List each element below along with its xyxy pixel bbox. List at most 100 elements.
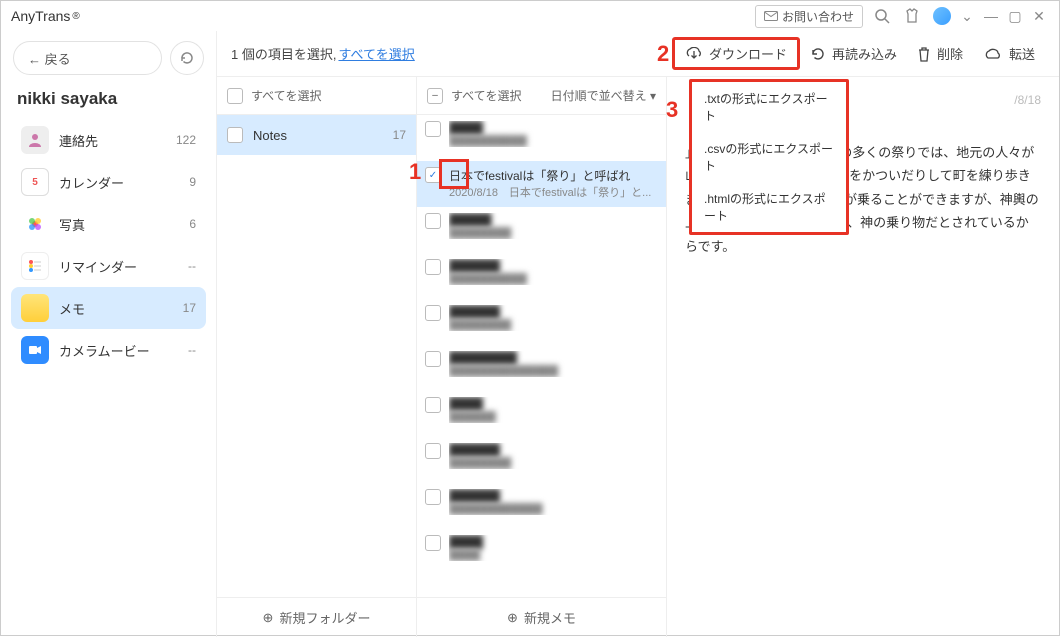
note-subtitle: 2020/8/18 日本でfestivalは「祭り」と...	[449, 184, 658, 200]
select-all-notes-checkbox[interactable]	[427, 88, 443, 104]
delete-label: 削除	[937, 44, 963, 63]
contacts-icon	[21, 126, 49, 154]
export-dropdown: .txtの形式にエクスポート .csvの形式にエクスポート .htmlの形式にエ…	[689, 79, 849, 235]
export-csv[interactable]: .csvの形式にエクスポート	[692, 132, 846, 182]
export-txt[interactable]: .txtの形式にエクスポート	[692, 82, 846, 132]
annotation-number-1: 1	[409, 159, 421, 185]
note-row[interactable]: ██████████████	[417, 115, 666, 161]
sidebar-item-memo[interactable]: メモ 17	[11, 287, 206, 329]
minimize-button[interactable]: —	[981, 8, 1001, 24]
registered-mark: ®	[72, 11, 79, 22]
search-icon[interactable]	[871, 5, 893, 27]
refresh-button[interactable]	[170, 41, 204, 75]
sidebar-item-count: 122	[176, 133, 196, 147]
reload-label: 再読み込み	[832, 44, 897, 63]
chevron-down-icon[interactable]: ⌄	[957, 8, 977, 25]
reload-icon	[810, 46, 826, 62]
sidebar-item-label: カレンダー	[59, 173, 189, 192]
note-row[interactable]: ██████████████	[417, 437, 666, 483]
note-row[interactable]: ██████████	[417, 391, 666, 437]
new-folder-button[interactable]: ⊕ 新規フォルダー	[217, 597, 416, 637]
photos-icon	[21, 210, 49, 238]
app-title: AnyTrans	[11, 8, 70, 24]
annotation-number-2: 2	[657, 41, 669, 67]
download-icon	[685, 47, 703, 61]
note-row-selected[interactable]: 日本でfestivalは「祭り」と呼ばれ 2020/8/18 日本でfestiv…	[417, 161, 666, 207]
shirt-icon[interactable]	[901, 5, 923, 27]
memo-icon	[21, 294, 49, 322]
plus-icon: ⊕	[263, 610, 274, 626]
note-checkbox[interactable]	[425, 443, 441, 459]
sidebar-item-label: リマインダー	[59, 257, 188, 276]
select-all-folders-checkbox[interactable]	[227, 88, 243, 104]
note-row[interactable]: ████████████████	[417, 253, 666, 299]
sidebar-item-photos[interactable]: 写真 6	[11, 203, 206, 245]
maximize-button[interactable]: ▢	[1005, 8, 1025, 25]
reload-button[interactable]: 再読み込み	[800, 40, 907, 67]
new-memo-button[interactable]: ⊕ 新規メモ	[417, 597, 666, 637]
notes-column: すべてを選択 日付順で並べ替え ▾ ██████████████ 日本でfest…	[417, 77, 667, 637]
sidebar-item-label: カメラムービー	[59, 341, 188, 360]
delete-button[interactable]: 削除	[907, 40, 973, 67]
calendar-icon: 5	[21, 168, 49, 196]
note-checkbox[interactable]	[425, 213, 441, 229]
folder-count: 17	[393, 128, 406, 142]
note-checkbox[interactable]	[425, 351, 441, 367]
sidebar-item-reminders[interactable]: リマインダー --	[11, 245, 206, 287]
cloud-icon	[983, 47, 1003, 61]
sidebar: ← 戻る nikki sayaka 連絡先 122 5 カレンダー 9 写真 6	[1, 31, 216, 637]
folder-row-notes[interactable]: Notes 17	[217, 115, 416, 155]
sidebar-item-count: 17	[183, 301, 196, 315]
export-html[interactable]: .htmlの形式にエクスポート	[692, 182, 846, 232]
download-button[interactable]: ダウンロード	[675, 40, 797, 67]
annotation-number-3: 3	[666, 97, 678, 123]
back-button[interactable]: ← 戻る	[13, 41, 162, 75]
sort-dropdown[interactable]: 日付順で並べ替え ▾	[551, 87, 656, 104]
note-row[interactable]: ██████████████	[417, 299, 666, 345]
reminders-icon	[21, 252, 49, 280]
account-name: nikki sayaka	[11, 87, 206, 119]
folder-name: Notes	[253, 128, 287, 143]
new-folder-label: 新規フォルダー	[279, 608, 370, 627]
note-checkbox[interactable]	[425, 305, 441, 321]
folder-checkbox[interactable]	[227, 127, 243, 143]
note-row[interactable]: █████████████	[417, 207, 666, 253]
sidebar-item-label: 写真	[59, 215, 189, 234]
note-row[interactable]: ██████████████████████	[417, 345, 666, 391]
contact-button[interactable]: お問い合わせ	[755, 5, 863, 28]
note-checkbox[interactable]	[425, 489, 441, 505]
transfer-button[interactable]: 転送	[973, 40, 1045, 67]
sidebar-item-contacts[interactable]: 連絡先 122	[11, 119, 206, 161]
transfer-label: 転送	[1009, 44, 1035, 63]
note-checkbox[interactable]	[425, 397, 441, 413]
sidebar-item-label: 連絡先	[59, 131, 176, 150]
content-area: 1 個の項目を選択, すべてを選択 ダウンロード 再読み込み 削除 転送	[216, 31, 1059, 637]
trash-icon	[917, 46, 931, 62]
folders-column: すべてを選択 Notes 17 ⊕ 新規フォルダー	[217, 77, 417, 637]
notes-header: すべてを選択 日付順で並べ替え ▾	[417, 77, 666, 115]
plus-icon: ⊕	[507, 610, 518, 626]
selection-text: 1 個の項目を選択,	[231, 44, 336, 63]
note-checkbox[interactable]	[425, 259, 441, 275]
note-row[interactable]: ████████	[417, 529, 666, 575]
camera-icon	[21, 336, 49, 364]
note-checkbox-checked[interactable]	[425, 167, 441, 183]
sidebar-item-camera-movie[interactable]: カメラムービー --	[11, 329, 206, 371]
notes-header-label: すべてを選択	[451, 87, 521, 104]
toolbar: 1 個の項目を選択, すべてを選択 ダウンロード 再読み込み 削除 転送	[217, 31, 1059, 77]
sidebar-item-count: 6	[189, 217, 196, 231]
sidebar-item-count: 9	[189, 175, 196, 189]
note-checkbox[interactable]	[425, 535, 441, 551]
close-button[interactable]: ✕	[1029, 8, 1049, 25]
user-avatar[interactable]	[931, 5, 953, 27]
new-memo-label: 新規メモ	[524, 608, 576, 627]
note-checkbox[interactable]	[425, 121, 441, 137]
sidebar-item-count: --	[188, 343, 196, 357]
select-all-link[interactable]: すべてを選択	[338, 44, 414, 63]
sidebar-item-calendar[interactable]: 5 カレンダー 9	[11, 161, 206, 203]
download-label: ダウンロード	[709, 44, 787, 63]
folders-header-label: すべてを選択	[251, 87, 321, 104]
title-bar: AnyTrans ® お問い合わせ ⌄ — ▢ ✕	[1, 1, 1059, 31]
note-row[interactable]: ██████████████████	[417, 483, 666, 529]
note-title: 日本でfestivalは「祭り」と呼ばれ	[449, 167, 658, 184]
